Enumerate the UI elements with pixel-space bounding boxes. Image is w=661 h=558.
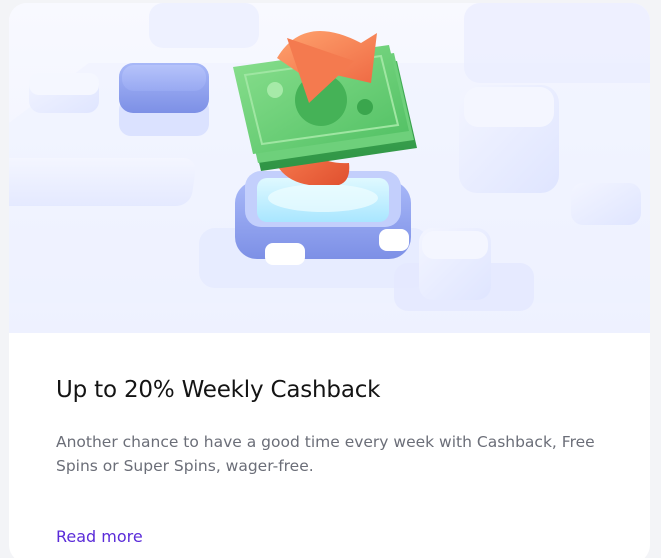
cashback-card[interactable]: Up to 20% Weekly Cashback Another chance… [9,3,650,558]
card-description: Another chance to have a good time every… [56,433,595,475]
card-body: Up to 20% Weekly Cashback Another chance… [9,333,650,558]
cashback-illustration [9,3,650,333]
read-more-link[interactable]: Read more [56,527,143,546]
money-return-icon [9,3,650,333]
card-title: Up to 20% Weekly Cashback [56,377,381,403]
